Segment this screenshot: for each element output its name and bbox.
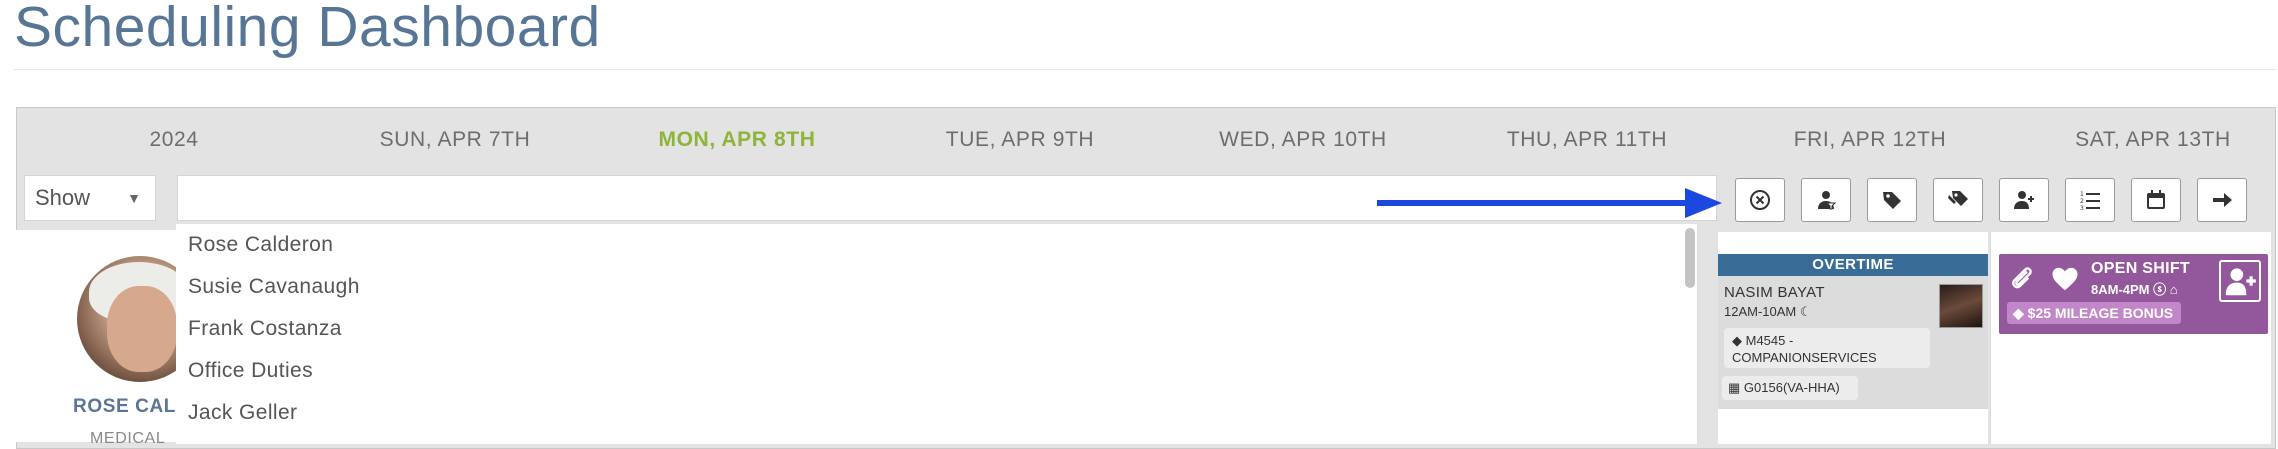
show-select[interactable]: Show ▼: [24, 175, 156, 221]
svg-text:2: 2: [2080, 198, 2084, 205]
code-tag: ▦ G0156(VA-HHA): [1722, 376, 1858, 400]
bonus-label: $25 MILEAGE BONUS: [2027, 305, 2174, 321]
chevron-down-icon: ▼: [127, 190, 141, 206]
open-shift-card[interactable]: OPEN SHIFT 8AM-4PM ⓢ ⌂ ◆ $25 MILEAGE BON…: [1999, 254, 2268, 334]
search-dropdown: Rose Calderon Susie Cavanaugh Frank Cost…: [176, 224, 1698, 444]
dropdown-scrollbar[interactable]: [1685, 228, 1695, 288]
open-shift-time-label: 8AM-4PM: [2091, 282, 2150, 297]
add-person-button[interactable]: [1999, 178, 2049, 222]
shift-time-label: 12AM-10AM: [1724, 304, 1797, 319]
avatar-face: [107, 286, 177, 372]
paperclip-icon: [2012, 267, 2032, 289]
employee-photo: [1939, 284, 1983, 328]
overtime-shift-card[interactable]: OVERTIME NASIM BAYAT 12AM-10AM ☾ ◆ M4545…: [1718, 254, 1988, 409]
overtime-banner: OVERTIME: [1718, 254, 1988, 276]
barcode-icon: ▦: [1728, 380, 1741, 395]
year-label: 2024: [149, 128, 199, 151]
day-sat[interactable]: SAT, APR 13TH: [2013, 128, 2278, 152]
day-thu[interactable]: THU, APR 11TH: [1447, 128, 1727, 152]
dropdown-option[interactable]: Jack Geller: [176, 392, 1697, 434]
page-title: Scheduling Dashboard: [14, 0, 601, 59]
column-divider: [1990, 232, 1991, 444]
open-shift-time: 8AM-4PM ⓢ ⌂: [2091, 279, 2178, 298]
title-divider: [14, 69, 2276, 70]
dropdown-option[interactable]: Susie Cavanaugh: [176, 266, 1697, 308]
shift-time: 12AM-10AM ☾: [1724, 304, 1812, 320]
day-sun[interactable]: SUN, APR 7TH: [315, 128, 595, 152]
gift-icon: ⌂: [2169, 282, 2178, 297]
calendar-button[interactable]: [2131, 178, 2181, 222]
heart-icon: [2052, 267, 2078, 291]
numbered-list-button[interactable]: 123: [2065, 178, 2115, 222]
service-tag-label: M4545 - COMPANIONSERVICES: [1732, 333, 1877, 365]
person-filter-icon: [1818, 191, 1837, 210]
tag-icon: ◆: [1732, 333, 1742, 348]
service-tag: ◆ M4545 - COMPANIONSERVICES: [1724, 328, 1930, 368]
add-person-icon: [2225, 268, 2256, 296]
tag-button[interactable]: [1867, 178, 1917, 222]
info-icon: ⓢ: [2153, 282, 2167, 297]
tags-button[interactable]: [1933, 178, 1983, 222]
day-tue[interactable]: TUE, APR 9TH: [880, 128, 1160, 152]
tags-icon: [1948, 191, 1968, 206]
calendar-icon: [2147, 190, 2165, 209]
svg-text:1: 1: [2080, 191, 2084, 198]
svg-text:3: 3: [2080, 205, 2084, 212]
day-mon[interactable]: MON, APR 8TH: [597, 128, 877, 152]
code-tag-label: G0156(VA-HHA): [1743, 380, 1840, 395]
numbered-list-icon: 123: [2080, 191, 2100, 212]
add-person-icon: [2014, 191, 2034, 209]
day-fri[interactable]: FRI, APR 12TH: [1730, 128, 2010, 152]
person-subtitle: MEDICAL: [90, 430, 166, 447]
dropdown-option[interactable]: Office Duties: [176, 350, 1697, 392]
assign-shift-button[interactable]: [2219, 260, 2261, 302]
toolbar: Show ▼ 123: [17, 174, 2275, 228]
shift-employee-name: NASIM BAYAT: [1724, 284, 1825, 301]
next-button[interactable]: [2197, 178, 2247, 222]
person-filter-button[interactable]: [1801, 178, 1851, 222]
day-wed[interactable]: WED, APR 10TH: [1163, 128, 1443, 152]
dropdown-option[interactable]: Rose Calderon: [176, 224, 1697, 266]
person-name: ROSE CALD: [73, 396, 191, 417]
mileage-bonus-badge: ◆ $25 MILEAGE BONUS: [2007, 302, 2182, 324]
open-shift-title: OPEN SHIFT: [2091, 260, 2191, 277]
tag-icon: ◆: [2013, 305, 2024, 321]
show-select-value: Show: [35, 185, 91, 210]
clear-button[interactable]: [1735, 178, 1785, 222]
tag-icon: [1883, 192, 1901, 209]
day-header: 2024 SUN, APR 7TH MON, APR 8TH TUE, APR …: [17, 108, 2275, 168]
arrow-right-icon: [2213, 193, 2232, 207]
clear-circle-icon: [1750, 190, 1770, 210]
annotation-arrow-icon: [1377, 188, 1722, 218]
moon-icon: ☾: [1799, 304, 1812, 319]
dropdown-option[interactable]: Frank Costanza: [176, 308, 1697, 350]
